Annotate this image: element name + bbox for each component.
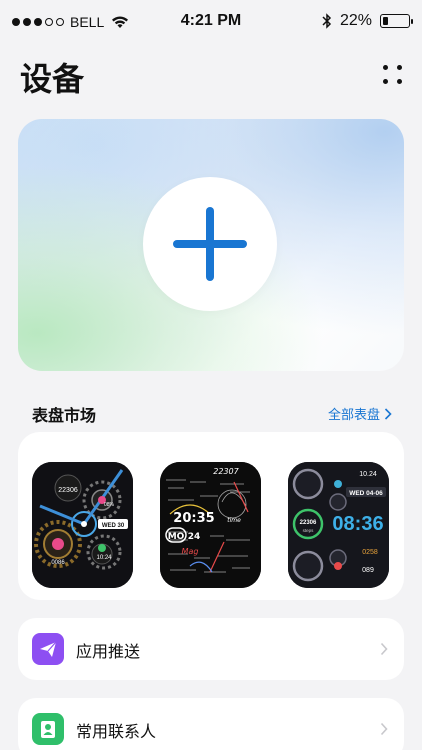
section-title-watch-market: 表盘市场 — [32, 406, 97, 425]
list-item-label: 常用联系人 — [76, 722, 157, 741]
face-date: WED 04-06 — [349, 490, 383, 497]
see-all-faces-link[interactable]: 全部表盘 — [328, 404, 392, 423]
face-time: 20:35 — [173, 511, 214, 526]
list-item-app-push[interactable]: 应用推送 — [18, 618, 404, 680]
face-date: 24 — [188, 532, 201, 542]
battery-icon — [380, 14, 413, 28]
watch-face-math[interactable]: 22307 20:35 time MO 24 Mag — [160, 462, 261, 588]
face-steps: 22306 — [300, 520, 317, 526]
face-time-small: 10.24 — [359, 471, 377, 478]
face-day: MO — [168, 532, 185, 542]
battery-fill — [383, 17, 389, 25]
battery-percent: 22% — [339, 12, 372, 29]
face-sub: time — [227, 517, 241, 524]
face-percent: 08% — [104, 502, 115, 508]
face-month: Mag — [182, 547, 199, 556]
add-device-button[interactable] — [143, 177, 277, 311]
list-item-contacts[interactable]: 常用联系人 — [18, 698, 404, 750]
watch-face-gear[interactable]: 22306 08% WED 30 0086 10:24 — [32, 462, 133, 588]
chevron-right-icon — [380, 642, 388, 656]
face-heart: 089 — [362, 567, 374, 574]
face-kcal: 0258 — [362, 549, 378, 556]
send-icon — [32, 633, 64, 665]
face-steps: 22306 — [58, 487, 78, 494]
contact-icon — [32, 713, 64, 745]
face-time: 10:24 — [96, 555, 112, 561]
watch-face-tech[interactable]: 10.24 WED 04-06 22306 steps 08:36 0258 0… — [288, 462, 389, 588]
face-date: WED 30 — [102, 523, 125, 529]
see-all-label: 全部表盘 — [327, 408, 380, 423]
more-grid-icon[interactable] — [382, 64, 404, 86]
add-device-card[interactable] — [18, 119, 404, 371]
list-item-label: 应用推送 — [76, 642, 141, 661]
watch-faces-card: 22306 08% WED 30 0086 10:24 22307 20:35 … — [18, 432, 404, 600]
page-title: 设备 — [20, 60, 85, 98]
status-bar: BELL 4:21 PM 22% — [0, 0, 422, 44]
face-top: 22307 — [213, 467, 239, 476]
face-distance: 0086 — [51, 560, 65, 566]
face-time: 08:36 — [332, 513, 383, 535]
status-right: 22% — [322, 12, 413, 30]
bluetooth-icon — [322, 13, 332, 29]
face-steps-label: steps — [303, 528, 315, 533]
chevron-right-icon — [384, 407, 392, 420]
chevron-right-icon — [380, 722, 388, 736]
